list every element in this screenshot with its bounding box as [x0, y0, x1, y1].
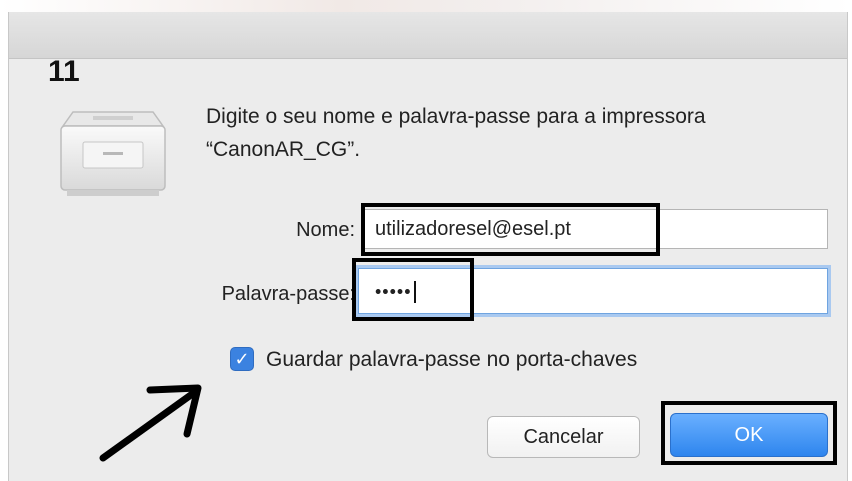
checkmark-icon[interactable]: ✓: [230, 347, 254, 371]
step-number-label: 11: [48, 55, 80, 88]
background-strip: [0, 0, 852, 12]
name-field[interactable]: utilizadoresel@esel.pt: [364, 209, 828, 249]
printer-icon: [60, 111, 166, 196]
password-field[interactable]: •••••: [358, 268, 828, 314]
ok-button[interactable]: OK: [670, 413, 828, 457]
remember-password-label[interactable]: Guardar palavra-passe no porta-chaves: [266, 345, 637, 375]
name-label: Nome:: [296, 219, 355, 241]
text-caret: [413, 280, 416, 303]
dialog-prompt-text: Digite o seu nome e palavra-passe para a…: [206, 105, 706, 161]
cancel-button[interactable]: Cancelar: [487, 416, 640, 458]
dialog-titlebar: [9, 12, 847, 59]
password-label: Palavra-passe:: [221, 283, 355, 305]
password-masked-value: •••••: [375, 281, 412, 302]
hand-drawn-arrow-icon: [99, 384, 202, 462]
